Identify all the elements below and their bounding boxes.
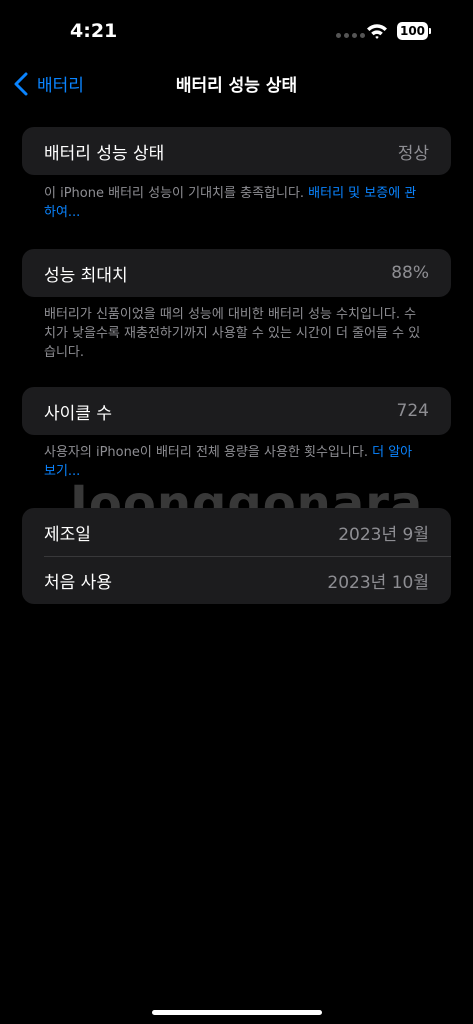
cycle-count-group: 사이클 수 724 (22, 387, 451, 435)
first-use-value: 2023년 10월 (327, 572, 429, 593)
max-capacity-footer: 배터리가 신품이었을 때의 성능에 대비한 배터리 성능 수치입니다. 수치가 … (44, 307, 421, 360)
manufacture-date-label: 제조일 (44, 524, 91, 545)
max-capacity-value: 88% (391, 263, 429, 283)
max-capacity-group: 성능 최대치 88% (22, 249, 451, 297)
max-capacity-row: 성능 최대치 88% (22, 249, 451, 297)
battery-health-value: 정상 (397, 143, 429, 164)
battery-health-row: 배터리 성능 상태 정상 (22, 127, 451, 175)
status-time: 4:21 (70, 20, 118, 42)
dates-group: 제조일 2023년 9월 처음 사용 2023년 10월 (22, 508, 451, 604)
battery-health-group: 배터리 성능 상태 정상 (22, 127, 451, 175)
cycle-count-footer-text: 사용자의 iPhone이 배터리 전체 용량을 사용한 횟수입니다. (44, 445, 373, 460)
manufacture-date-value: 2023년 9월 (338, 524, 429, 545)
page-title: 배터리 성능 상태 (175, 76, 298, 96)
first-use-row: 처음 사용 2023년 10월 (22, 556, 451, 604)
status-bar: 4:21 100 (0, 0, 473, 60)
navigation-bar: 배터리 배터리 성능 상태 (0, 60, 473, 106)
max-capacity-label: 성능 최대치 (44, 265, 128, 286)
battery-level: 100 (397, 22, 428, 40)
wifi-icon (367, 24, 387, 39)
battery-health-label: 배터리 성능 상태 (44, 143, 165, 164)
battery-health-footer: 이 iPhone 배터리 성능이 기대치를 충족합니다. 배터리 및 보증에 관… (44, 184, 424, 222)
first-use-label: 처음 사용 (44, 572, 112, 593)
cycle-count-value: 724 (396, 401, 429, 421)
battery-health-footer-text: 이 iPhone 배터리 성능이 기대치를 충족합니다. (44, 186, 309, 201)
cycle-count-row: 사이클 수 724 (22, 387, 451, 435)
manufacture-date-row: 제조일 2023년 9월 (22, 508, 451, 556)
cycle-count-label: 사이클 수 (44, 403, 112, 424)
cellular-dots-icon (336, 33, 365, 38)
home-indicator[interactable] (152, 1010, 322, 1015)
battery-icon: 100 (397, 22, 431, 40)
